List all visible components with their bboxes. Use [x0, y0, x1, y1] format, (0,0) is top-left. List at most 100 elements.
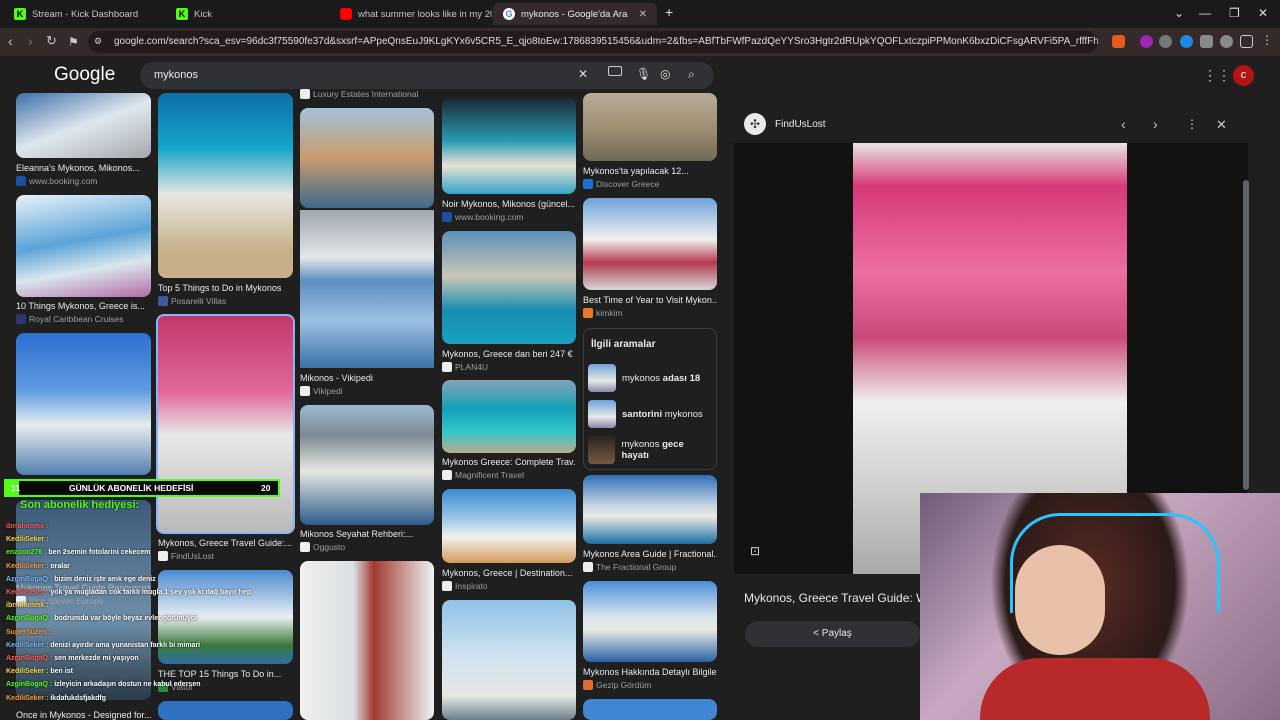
- forward-icon[interactable]: ›: [28, 33, 33, 49]
- result-title[interactable]: Mykonos Area Guide | Fractional...: [583, 549, 717, 559]
- image-result[interactable]: [158, 701, 293, 720]
- result-title[interactable]: Mykonos, Greece | Destination...: [442, 568, 576, 578]
- extensions-puzzle-icon[interactable]: [1200, 35, 1213, 48]
- image-result[interactable]: [442, 231, 576, 344]
- close-preview-icon[interactable]: ✕: [1216, 117, 1227, 133]
- result-title[interactable]: THE TOP 15 Things To Do in...: [158, 669, 293, 679]
- result-title[interactable]: Noir Mykonos, Mikonos (güncel...: [442, 199, 576, 209]
- chat-message: KediliSeker : oralar: [6, 563, 70, 570]
- chat-message: AzginBogaQ : izleyicin arkadaşın dostun …: [6, 681, 201, 688]
- result-source: PLAN4U: [442, 362, 488, 372]
- image-result[interactable]: [158, 93, 293, 278]
- close-window-icon[interactable]: ✕: [1258, 6, 1268, 20]
- image-result[interactable]: [442, 380, 576, 453]
- chat-text: yok ya mugladan cok farklı mugla 1 şey y…: [50, 589, 252, 596]
- close-tab-icon[interactable]: ✕: [639, 9, 647, 20]
- chat-message: enzooo276 : ben 2semin fotolarini cekece…: [6, 549, 150, 556]
- image-result[interactable]: [583, 581, 717, 662]
- scrollbar[interactable]: [1243, 180, 1249, 490]
- reload-icon[interactable]: ↻: [46, 33, 57, 49]
- new-tab-button[interactable]: +: [665, 4, 673, 20]
- booking-icon: [442, 212, 452, 222]
- menu-icon[interactable]: ⋮: [1261, 33, 1273, 47]
- preview-site-name[interactable]: FindUsLost: [775, 119, 826, 130]
- back-icon[interactable]: ‹: [8, 33, 13, 49]
- tab-search-icon[interactable]: ⌄: [1174, 6, 1184, 20]
- chat-username: KediliSeker :: [6, 694, 51, 702]
- image-result[interactable]: [583, 93, 717, 161]
- related-item[interactable]: santorini mykonos: [588, 399, 703, 429]
- chat-message: KediliSeker : denizi ayırdır ama yunanis…: [6, 642, 200, 649]
- image-result-selected[interactable]: [156, 314, 295, 534]
- next-icon[interactable]: ›: [1153, 116, 1158, 132]
- result-title[interactable]: Mikonos - Vikipedi: [300, 373, 434, 383]
- search-input[interactable]: mykonos: [140, 62, 714, 89]
- result-source: Magnificent Travel: [442, 470, 524, 480]
- image-result[interactable]: [16, 333, 151, 475]
- result-title[interactable]: Best Time of Year to Visit Mykon...: [583, 295, 717, 305]
- result-title[interactable]: Mykonos'ta yapılacak 12...: [583, 166, 717, 176]
- result-title[interactable]: Mikonos Seyahat Rehberi:...: [300, 529, 434, 539]
- result-source: Posarelli Villas: [158, 296, 226, 306]
- sidebar-icon[interactable]: [1240, 35, 1253, 48]
- download-icon[interactable]: [1220, 35, 1233, 48]
- result-title[interactable]: Mykonos, Greece Travel Guide:...: [158, 538, 293, 548]
- image-result[interactable]: [442, 489, 576, 563]
- lens-icon[interactable]: ◎: [660, 67, 670, 81]
- result-title[interactable]: Mykonos Greece: Complete Trav...: [442, 457, 576, 467]
- booking-icon: [16, 176, 26, 186]
- chat-message: AzginBogaQ : bizim deniz işte amk ege de…: [6, 576, 156, 583]
- youtube-icon: [340, 8, 352, 20]
- google-logo[interactable]: Google: [54, 64, 115, 86]
- brave-shield-icon[interactable]: [1112, 35, 1125, 48]
- result-title[interactable]: Once in Mykonos - Designed for...: [16, 710, 151, 720]
- image-result[interactable]: [583, 699, 717, 720]
- extension-icon[interactable]: [1180, 35, 1193, 48]
- google-icon: G: [503, 8, 515, 20]
- related-item[interactable]: mykonos adası 18: [588, 363, 700, 393]
- image-result[interactable]: [300, 108, 434, 208]
- result-source: www.booking.com: [442, 212, 524, 222]
- previous-icon[interactable]: ‹: [1121, 116, 1126, 132]
- image-result[interactable]: [583, 475, 717, 544]
- keyboard-icon[interactable]: [608, 66, 622, 76]
- result-title[interactable]: 10 Things Mykonos, Greece is...: [16, 301, 151, 311]
- result-source: Oggusto: [300, 542, 345, 552]
- maximize-icon[interactable]: ❐: [1229, 6, 1240, 20]
- site-info-icon[interactable]: ⚙: [94, 36, 102, 47]
- streamer-shirt: [980, 658, 1210, 720]
- address-bar[interactable]: google.com/search?sca_esv=96dc3f75590fe3…: [88, 31, 1098, 53]
- image-result[interactable]: [583, 198, 717, 290]
- chat-username: AzginBogaQ :: [6, 681, 55, 689]
- avatar[interactable]: c: [1233, 65, 1254, 86]
- preview-title[interactable]: Mykonos, Greece Travel Guide: W: [744, 591, 920, 605]
- lens-search-icon[interactable]: ⊡: [750, 544, 760, 558]
- tab-youtube[interactable]: what summer looks like in my 20s - Y: [330, 3, 492, 25]
- result-title[interactable]: Mykonos, Greece dan beri 247 €: [442, 349, 576, 359]
- image-result[interactable]: [300, 210, 434, 368]
- chat-message: ibrrahimmk :: [6, 602, 48, 609]
- result-title[interactable]: Top 5 Things to Do in Mykonos: [158, 283, 293, 293]
- image-result[interactable]: [442, 600, 576, 720]
- result-title[interactable]: Eleanna's Mykonos, Mikonos...: [16, 163, 151, 173]
- extension-icon[interactable]: [1159, 35, 1172, 48]
- minimize-icon[interactable]: —: [1199, 6, 1211, 20]
- chat-username: SuperSuzen :: [6, 628, 51, 636]
- tab-kick[interactable]: K Kick: [166, 3, 330, 25]
- image-result[interactable]: [300, 561, 434, 720]
- clear-search-icon[interactable]: ✕: [578, 67, 588, 81]
- more-options-icon[interactable]: ⋮: [1186, 117, 1198, 131]
- search-icon[interactable]: ⌕: [688, 67, 695, 82]
- image-result[interactable]: [442, 98, 576, 194]
- extension-icon[interactable]: [1140, 35, 1153, 48]
- share-button[interactable]: < Paylaş: [745, 621, 920, 647]
- image-result[interactable]: [300, 405, 434, 525]
- bookmark-icon[interactable]: ⚑: [68, 35, 79, 49]
- result-title[interactable]: Mykonos Hakkında Detaylı Bilgile...: [583, 667, 717, 677]
- image-result[interactable]: [16, 93, 151, 158]
- tab-kick-dashboard[interactable]: K Stream - Kick Dashboard: [4, 3, 166, 25]
- image-result[interactable]: [16, 195, 151, 297]
- related-item[interactable]: mykonos gece hayatı: [588, 435, 712, 465]
- microphone-icon[interactable]: 🎙: [636, 67, 651, 81]
- tab-google-search[interactable]: Gmykonos - Google'da Ara ✕: [493, 3, 657, 25]
